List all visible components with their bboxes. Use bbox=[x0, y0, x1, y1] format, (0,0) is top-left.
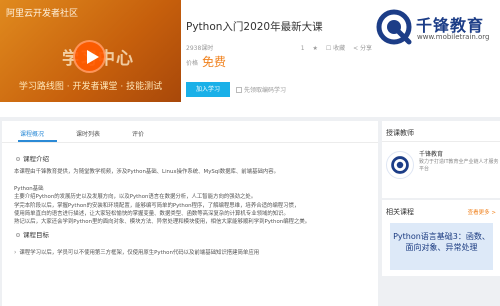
banner-site-name: 阿里云开发者社区 bbox=[6, 9, 79, 19]
brand-logo: 千锋教育 www.mobiletrain.org bbox=[376, 9, 498, 49]
related-course-title: Python语言基础3：函数、面向对象、异常处理 bbox=[393, 232, 490, 252]
course-tabs: 课程概况 课时列表 评价 bbox=[2, 121, 378, 143]
target-title-text: 课程目标 bbox=[23, 231, 49, 239]
target-item: › 课程学习以后，学员可以不使用第三方框架，仅使用原生Python代码以及前端基础… bbox=[14, 249, 370, 257]
bullet-icon bbox=[16, 157, 20, 161]
course-header: 阿里云开发者社区 学习中心 学习路线图 · 开发者课堂 · 技能测试 Pytho… bbox=[0, 0, 500, 117]
intro-line: 学完本阶段以后，掌握Python的安装和环境配置，能够编写简单的Python程序… bbox=[14, 202, 300, 209]
instructor-card: 授课教师 千锋教育 致力于打造IT教育全产业链人才服务平台 bbox=[382, 121, 500, 198]
intro-line bbox=[14, 176, 370, 184]
banner-tags: 学习路线图 · 开发者课堂 · 技能测试 bbox=[18, 82, 163, 92]
intro-section-title: 课程介绍 bbox=[16, 153, 49, 163]
coupon-link[interactable]: 先领取编码学习 bbox=[236, 85, 286, 94]
tab-reviews[interactable]: 评价 bbox=[132, 129, 144, 138]
bullet-icon bbox=[16, 233, 20, 237]
intro-title-text: 课程介绍 bbox=[23, 155, 49, 163]
course-title: Python入门2020年最新大课 bbox=[186, 21, 323, 33]
coupon-label: 先领取编码学习 bbox=[244, 87, 287, 94]
tab-lessons[interactable]: 课时列表 bbox=[76, 129, 100, 138]
intro-line: 本课程由千锋教育提供，为随堂教学视频，涉及Python基础、Linux操作系统、… bbox=[14, 169, 280, 175]
active-tab-indicator bbox=[18, 140, 57, 142]
course-detail-panel: 课程概况 课时列表 评价 课程介绍 本课程由千锋教育提供，为随堂教学视频，涉及P… bbox=[2, 121, 378, 306]
view-more-link[interactable]: 查看更多 > bbox=[468, 208, 496, 216]
related-courses-card: 相关课程 查看更多 > Python语言基础3：函数、面向对象、异常处理 bbox=[382, 200, 500, 276]
share-button[interactable]: < 分享 bbox=[353, 45, 372, 52]
related-course-thumbnail[interactable]: Python语言基础3：函数、面向对象、异常处理 bbox=[390, 223, 493, 270]
logo-url: www.mobiletrain.org bbox=[417, 33, 490, 41]
instructor-header: 授课教师 bbox=[386, 129, 414, 137]
checkbox-icon bbox=[236, 87, 242, 93]
instructor-avatar[interactable] bbox=[386, 151, 414, 179]
intro-line: 主要介绍Python的发展历史以及发展方向，以及Python语言在数据分析，人工… bbox=[14, 194, 257, 201]
star-icon[interactable]: ★ bbox=[313, 45, 318, 52]
course-banner-video[interactable]: 阿里云开发者社区 学习中心 学习路线图 · 开发者课堂 · 技能测试 bbox=[0, 0, 181, 102]
price-value: 免费 bbox=[202, 55, 227, 69]
tab-overview[interactable]: 课程概况 bbox=[20, 129, 44, 138]
course-meta: 2938课时 1 ★ ☐ 收藏 < 分享 bbox=[186, 43, 372, 53]
instructor-name[interactable]: 千锋教育 bbox=[419, 149, 443, 158]
intro-line: 使用简单直白的语言进行描述，让大家轻松愉快的掌握变量、数据类型、函数等高深复杂的… bbox=[14, 211, 289, 218]
intro-line: 熟记以后，大家还会学到Python里的面向对象、模块方法、异常处理和模块使用，相… bbox=[14, 219, 311, 226]
related-header: 相关课程 bbox=[386, 208, 414, 216]
favorite-button[interactable]: ☐ 收藏 bbox=[326, 45, 345, 52]
target-item-text: 课程学习以后，学员可以不使用第三方框架，仅使用原生Python代码以及前端基础知… bbox=[19, 250, 260, 256]
arrow-icon: › bbox=[14, 249, 17, 256]
price-label: 价格 bbox=[186, 60, 199, 67]
logo-mark-icon bbox=[376, 9, 412, 45]
intro-line: Python基础 bbox=[14, 185, 44, 192]
target-body: › 课程学习以后，学员可以不使用第三方框架，仅使用原生Python代码以及前端基础… bbox=[14, 249, 370, 257]
course-learners: 2938课时 bbox=[186, 45, 214, 52]
intro-body: 本课程由千锋教育提供，为随堂教学视频，涉及Python基础、Linux操作系统、… bbox=[14, 168, 370, 227]
play-icon[interactable] bbox=[73, 40, 106, 73]
join-course-button[interactable]: 加入学习 bbox=[186, 82, 230, 97]
target-section-title: 课程目标 bbox=[16, 229, 49, 239]
instructor-desc: 致力于打造IT教育全产业链人才服务平台 bbox=[419, 159, 499, 172]
like-count[interactable]: 1 bbox=[301, 45, 305, 52]
